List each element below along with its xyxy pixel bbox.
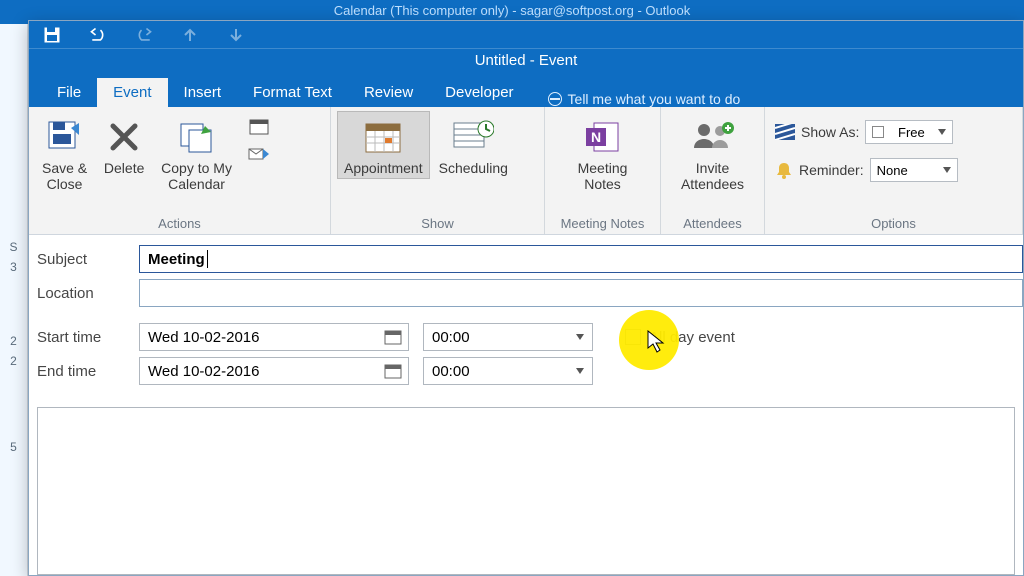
group-label-show: Show: [337, 214, 538, 234]
scheduling-button[interactable]: Scheduling: [432, 111, 515, 179]
onenote-icon: N: [582, 116, 624, 158]
tab-event[interactable]: Event: [97, 78, 167, 107]
group-label-options: Options: [771, 214, 1016, 234]
show-as-icon: [775, 124, 795, 140]
ribbon: Save & Close Delete Copy to My Calendar: [29, 107, 1023, 235]
start-time-picker[interactable]: 00:00: [423, 323, 593, 351]
chevron-down-icon: [576, 334, 584, 340]
sliver-char: 5: [0, 440, 27, 454]
group-label-meeting-notes: Meeting Notes: [551, 214, 654, 234]
save-close-label: Save & Close: [42, 160, 87, 192]
event-form: Subject Meeting Location Start time Wed …: [29, 235, 1023, 395]
copy-calendar-label: Copy to My Calendar: [161, 160, 232, 192]
start-time-value: 00:00: [432, 329, 470, 346]
chevron-down-icon: [938, 129, 946, 135]
save-close-icon: [44, 116, 86, 158]
reminder-label: Reminder:: [799, 162, 864, 178]
copy-to-calendar-button[interactable]: Copy to My Calendar: [154, 111, 239, 195]
scheduling-icon: [452, 116, 494, 158]
next-item-icon[interactable]: [227, 26, 245, 44]
group-meeting-notes: N Meeting Notes Meeting Notes: [545, 107, 661, 234]
subject-label: Subject: [37, 251, 125, 268]
subject-value: Meeting: [148, 251, 205, 268]
delete-label: Delete: [104, 160, 144, 176]
subject-input[interactable]: Meeting: [139, 245, 1023, 273]
ribbon-tabs: File Event Insert Format Text Review Dev…: [29, 75, 1023, 107]
invite-attendees-label: Invite Attendees: [681, 160, 744, 192]
group-options: Show As: Free Reminder: None Opt: [765, 107, 1023, 234]
scheduling-label: Scheduling: [439, 160, 508, 176]
tell-me-label: Tell me what you want to do: [568, 91, 741, 107]
start-date-value: Wed 10-02-2016: [148, 329, 259, 346]
parent-window-sliver: S 3 2 2 5: [0, 24, 28, 576]
redo-icon[interactable]: [135, 26, 153, 44]
delete-button[interactable]: Delete: [96, 111, 152, 179]
chevron-down-icon: [943, 167, 951, 173]
all-day-checkbox[interactable]: All day event: [625, 329, 735, 346]
calendar-icon: [249, 117, 269, 135]
group-actions: Save & Close Delete Copy to My Calendar: [29, 107, 331, 234]
save-and-close-button[interactable]: Save & Close: [35, 111, 94, 195]
tab-file[interactable]: File: [41, 78, 97, 107]
location-input[interactable]: [139, 279, 1023, 307]
group-label-attendees: Attendees: [667, 214, 758, 234]
quick-access-toolbar: [29, 21, 1023, 49]
tab-format-text[interactable]: Format Text: [237, 78, 348, 107]
previous-item-icon[interactable]: [181, 26, 199, 44]
attendees-icon: [692, 116, 734, 158]
forward-mini-button[interactable]: [245, 143, 273, 165]
group-show: Appointment Scheduling Show: [331, 107, 545, 234]
event-window: Untitled - Event File Event Insert Forma…: [28, 20, 1024, 576]
show-as-label: Show As:: [801, 124, 859, 140]
undo-icon[interactable]: [89, 26, 107, 44]
text-caret: [207, 250, 208, 268]
window-title: Untitled - Event: [29, 52, 1023, 69]
end-date-picker[interactable]: Wed 10-02-2016: [139, 357, 409, 385]
appointment-button[interactable]: Appointment: [337, 111, 430, 179]
invite-attendees-button[interactable]: Invite Attendees: [674, 111, 751, 195]
meeting-notes-button[interactable]: N Meeting Notes: [571, 111, 635, 195]
start-time-label: Start time: [37, 329, 125, 346]
appointment-label: Appointment: [344, 160, 423, 176]
save-icon[interactable]: [43, 26, 61, 44]
end-time-picker[interactable]: 00:00: [423, 357, 593, 385]
appointment-icon: [362, 116, 404, 158]
reminder-dropdown[interactable]: None: [870, 158, 958, 182]
tab-developer[interactable]: Developer: [429, 78, 529, 107]
sliver-char: S: [0, 240, 27, 254]
svg-text:N: N: [591, 129, 601, 145]
group-attendees: Invite Attendees Attendees: [661, 107, 765, 234]
free-swatch-icon: [872, 126, 884, 138]
end-time-label: End time: [37, 363, 125, 380]
checkbox-icon: [625, 329, 641, 345]
lightbulb-icon: [548, 92, 562, 106]
chevron-down-icon: [576, 368, 584, 374]
start-date-picker[interactable]: Wed 10-02-2016: [139, 323, 409, 351]
forward-icon: [248, 146, 270, 162]
reminder-value: None: [877, 163, 908, 178]
location-label: Location: [37, 285, 125, 302]
sliver-char: 2: [0, 334, 27, 348]
end-date-value: Wed 10-02-2016: [148, 363, 259, 380]
group-label-actions: Actions: [35, 214, 324, 234]
all-day-label: All day event: [649, 329, 735, 346]
actions-mini-column: [241, 111, 277, 165]
tab-review[interactable]: Review: [348, 78, 429, 107]
meeting-notes-label: Meeting Notes: [578, 160, 628, 192]
tell-me-search[interactable]: Tell me what you want to do: [530, 91, 741, 107]
delete-icon: [103, 116, 145, 158]
titlebar: Untitled - Event: [29, 21, 1023, 75]
calendar-icon: [384, 329, 402, 345]
end-time-value: 00:00: [432, 363, 470, 380]
tab-insert[interactable]: Insert: [168, 78, 238, 107]
calendar-icon: [384, 363, 402, 379]
reminder-bell-icon: [775, 161, 793, 179]
show-as-dropdown[interactable]: Free: [865, 120, 953, 144]
sliver-char: 3: [0, 260, 27, 274]
calendar-mini-button[interactable]: [245, 115, 273, 137]
sliver-char: 2: [0, 354, 27, 368]
copy-calendar-icon: [176, 116, 218, 158]
show-as-value: Free: [898, 125, 925, 140]
event-body-textarea[interactable]: [37, 407, 1015, 575]
